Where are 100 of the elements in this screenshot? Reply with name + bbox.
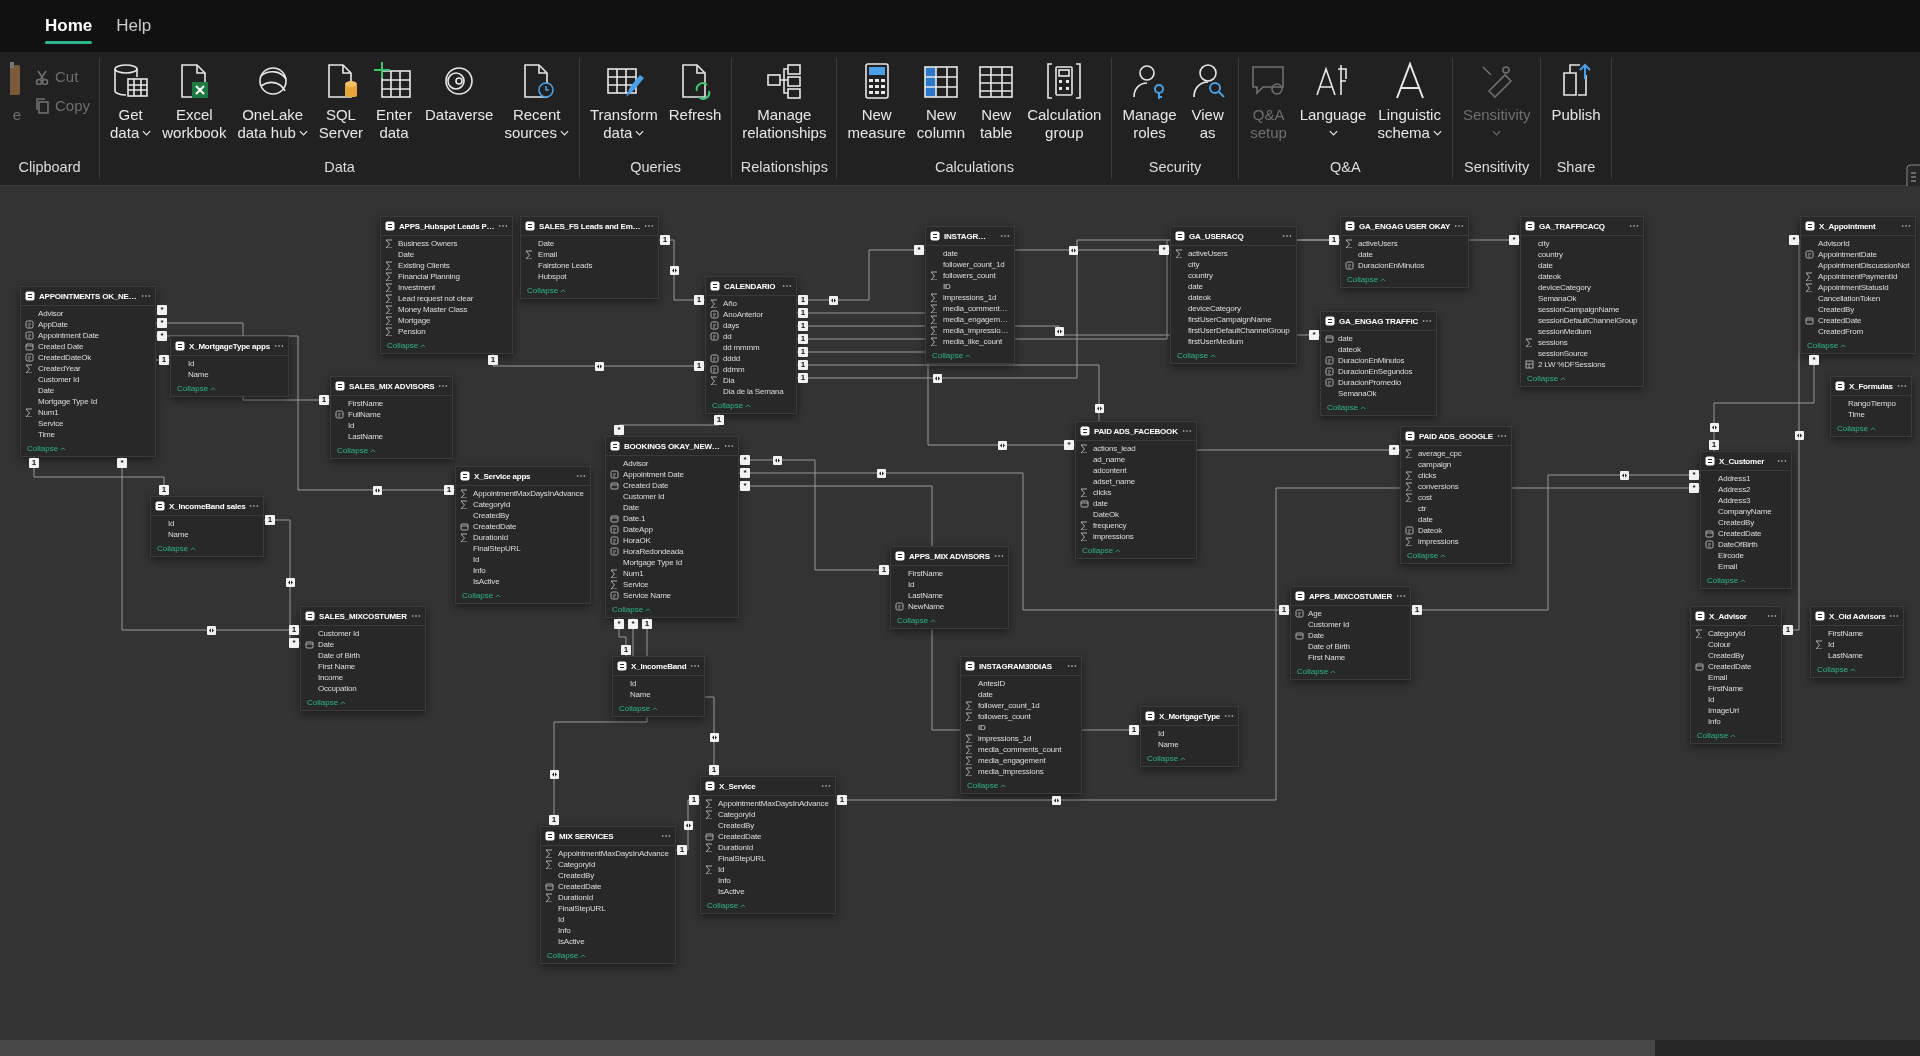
more-icon[interactable]	[1396, 594, 1407, 598]
field-name[interactable]: DateOk	[1093, 510, 1119, 519]
collapse-link[interactable]: Collapse	[521, 284, 573, 298]
field-name[interactable]: IsActive	[473, 577, 500, 586]
table-header[interactable]: SALES_MIX ADVISORS	[331, 377, 453, 396]
ribbon-button[interactable]: Linguistic schema	[1373, 58, 1446, 144]
filter-direction-icon[interactable]	[1055, 327, 1064, 336]
field-name[interactable]: Address1	[1718, 474, 1751, 483]
field-name[interactable]: firstUserCampaignName	[1188, 315, 1272, 324]
table-header[interactable]: SALES_MIXCOSTUMER	[301, 607, 425, 626]
field-name[interactable]: average_cpc	[1418, 449, 1462, 458]
field-name[interactable]: SemanaOk	[1538, 294, 1577, 303]
field-name[interactable]: CreatedBy	[718, 821, 754, 830]
field-name[interactable]: Business Owners	[398, 239, 458, 248]
field-name[interactable]: AppointmentDiscussionNot	[1818, 261, 1910, 270]
field-name[interactable]: FinalStepURL	[718, 854, 766, 863]
ribbon-button[interactable]: Manage roles	[1118, 58, 1181, 144]
field-name[interactable]: DuracionEnSegundos	[1338, 367, 1413, 376]
relationship-line[interactable]	[1781, 239, 1801, 631]
table-header[interactable]: X_Advisor	[1691, 607, 1781, 626]
collapse-link[interactable]: Collapse	[1171, 349, 1223, 363]
more-icon[interactable]	[1224, 714, 1235, 718]
filter-direction-icon[interactable]	[670, 266, 679, 275]
field-name[interactable]: Service	[623, 580, 649, 589]
collapse-link[interactable]: Collapse	[1691, 729, 1743, 743]
collapse-link[interactable]: Collapse	[1076, 544, 1128, 558]
collapse-link[interactable]: Collapse	[1341, 273, 1393, 287]
field-name[interactable]: clicks	[1093, 488, 1112, 497]
field-name[interactable]: CategoryId	[473, 500, 511, 509]
field-name[interactable]: Appointment Date	[623, 470, 684, 479]
more-icon[interactable]	[1901, 224, 1912, 228]
field-name[interactable]: media_impressio…	[943, 326, 1009, 335]
field-name[interactable]: impressions	[1093, 532, 1134, 541]
collapse-link[interactable]: Collapse	[1521, 372, 1573, 386]
collapse-link[interactable]: Collapse	[1811, 663, 1863, 677]
collapse-link[interactable]: Collapse	[21, 442, 73, 456]
field-name[interactable]: Service Name	[623, 591, 671, 600]
relationship-line[interactable]	[263, 519, 301, 644]
field-name[interactable]: deviceCategory	[1538, 283, 1591, 292]
field-name[interactable]: CategoryId	[718, 810, 756, 819]
more-icon[interactable]	[249, 504, 260, 508]
filter-direction-icon[interactable]	[373, 486, 382, 495]
table-header[interactable]: APPS_Hubspot Leads P…	[381, 217, 513, 236]
field-name[interactable]: frequency	[1093, 521, 1127, 530]
filter-direction-icon[interactable]	[773, 456, 782, 465]
field-name[interactable]: IsActive	[558, 937, 585, 946]
field-name[interactable]: days	[723, 321, 740, 330]
field-name[interactable]: Created Date	[38, 342, 84, 351]
more-icon[interactable]	[1496, 434, 1507, 438]
field-name[interactable]: AppointmentPaymentId	[1818, 272, 1898, 281]
field-name[interactable]: Info	[558, 926, 571, 935]
field-name[interactable]: activeUsers	[1358, 239, 1398, 248]
ribbon-button[interactable]: Transform data	[585, 58, 662, 144]
field-name[interactable]: Info	[1708, 717, 1721, 726]
field-name[interactable]: dateok	[1338, 345, 1361, 354]
field-name[interactable]: CategoryId	[558, 860, 596, 869]
field-name[interactable]: Id	[348, 421, 355, 430]
field-name[interactable]: ID	[943, 282, 951, 291]
field-name[interactable]: CompanyName	[1718, 507, 1772, 516]
collapse-link[interactable]: Collapse	[1831, 422, 1883, 436]
field-name[interactable]: date	[1338, 334, 1353, 343]
field-name[interactable]: Date	[398, 250, 415, 259]
field-name[interactable]: Fairstone Leads	[538, 261, 593, 270]
more-icon[interactable]	[273, 344, 284, 348]
field-name[interactable]: CreatedDate	[558, 882, 602, 891]
relationship-line[interactable]	[1713, 353, 1815, 452]
field-name[interactable]: media_comment…	[943, 304, 1008, 313]
relationship-line[interactable]	[618, 413, 720, 437]
table-header[interactable]: PAID ADS_FACEBOOK	[1076, 422, 1196, 441]
more-icon[interactable]	[498, 224, 509, 228]
more-icon[interactable]	[1629, 224, 1640, 228]
field-name[interactable]: DurationId	[558, 893, 593, 902]
filter-direction-icon[interactable]	[595, 362, 604, 371]
field-name[interactable]: Año	[723, 299, 737, 308]
field-name[interactable]: ctr	[1418, 504, 1427, 513]
field-name[interactable]: Advisor	[623, 459, 649, 468]
filter-direction-icon[interactable]	[1710, 423, 1719, 432]
field-name[interactable]: Id	[168, 519, 175, 528]
field-name[interactable]: date	[978, 690, 993, 699]
field-name[interactable]: activeUsers	[1188, 249, 1228, 258]
table-header[interactable]: SALES_FS Leads and Em…	[521, 217, 659, 236]
ribbon-button[interactable]: Publish	[1547, 58, 1605, 126]
filter-direction-icon[interactable]	[207, 626, 216, 635]
field-name[interactable]: CreatedFrom	[1818, 327, 1863, 336]
field-name[interactable]: Dia de la Semana	[723, 387, 784, 396]
field-name[interactable]: Hubspot	[538, 272, 567, 281]
more-icon[interactable]	[723, 444, 734, 448]
field-name[interactable]: Income	[318, 673, 344, 682]
scrollbar-thumb[interactable]	[0, 1040, 1655, 1056]
filter-direction-icon[interactable]	[550, 770, 559, 779]
field-name[interactable]: Date	[318, 640, 335, 649]
field-name[interactable]: Name	[630, 690, 651, 699]
ribbon-button[interactable]: OneLake data hub	[233, 58, 312, 144]
ribbon-button[interactable]: Manage relationships	[738, 58, 831, 144]
table-header[interactable]: X_MortgageType	[1141, 707, 1239, 726]
filter-direction-icon[interactable]	[1795, 431, 1804, 440]
more-icon[interactable]	[1896, 384, 1907, 388]
field-name[interactable]: city	[1188, 260, 1200, 269]
field-name[interactable]: Lead request not clear	[398, 294, 474, 303]
field-name[interactable]: Info	[718, 876, 731, 885]
